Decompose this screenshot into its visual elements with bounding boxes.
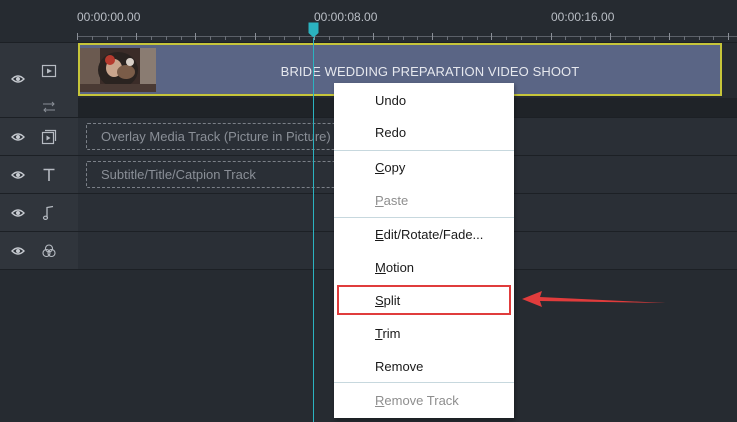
menu-item-edit-rotate-fade[interactable]: Edit/Rotate/Fade... [334, 220, 514, 250]
ruler-tick [195, 33, 196, 40]
ruler-tick [358, 36, 359, 40]
ruler-tick [269, 36, 270, 40]
ruler-tick [536, 36, 537, 40]
clip-thumbnail [80, 48, 156, 92]
ruler-tick [255, 33, 256, 40]
ruler-tick [432, 33, 433, 40]
menu-item-remove-track: Remove Track [375, 393, 459, 408]
ruler-tick [477, 36, 478, 40]
overlay-track-placeholder[interactable]: Overlay Media Track (Picture in Picture) [86, 123, 336, 150]
ruler-tick [299, 36, 300, 40]
link-audio-icon[interactable] [41, 99, 57, 115]
ruler-tick [521, 36, 522, 40]
annotation-arrow-icon [522, 291, 666, 307]
eye-icon[interactable] [11, 170, 25, 180]
ruler-tick [699, 36, 700, 40]
ruler-tick [284, 36, 285, 40]
ruler-tick [210, 36, 211, 40]
ruler-tick [506, 36, 507, 40]
ruler-tick [388, 36, 389, 40]
ruler-tick [639, 36, 640, 40]
menu-separator [334, 382, 514, 383]
menu-item-redo[interactable]: Redo [334, 118, 514, 148]
menu-item-undo[interactable]: Undo [334, 86, 514, 116]
ruler-tick [580, 36, 581, 40]
ruler-tick [447, 36, 448, 40]
ruler-tick [225, 36, 226, 40]
menu-item-trim[interactable]: Trim [334, 319, 514, 349]
ruler-tick [684, 36, 685, 40]
ruler-tick [403, 36, 404, 40]
ruler-tick [565, 36, 566, 40]
effects-icon [42, 244, 56, 258]
ruler-tick [654, 36, 655, 40]
ruler-tick [240, 36, 241, 40]
ruler-tick [343, 36, 344, 40]
ruler-tick [713, 36, 714, 40]
ruler-tick [491, 33, 492, 40]
ruler-tick [625, 36, 626, 40]
menu-item-copy[interactable]: Copy [334, 153, 514, 183]
ruler-baseline [77, 36, 737, 37]
ruler-time-0: 00:00:00.00 [77, 10, 141, 24]
menu-item-motion[interactable]: Motion [334, 253, 514, 283]
picture-in-picture-icon [41, 129, 57, 145]
eye-icon[interactable] [11, 246, 25, 256]
ruler-time-8s: 00:00:08.00 [314, 10, 378, 24]
eye-icon[interactable] [11, 74, 25, 84]
ruler-tick [329, 36, 330, 40]
ruler-tick [181, 36, 182, 40]
eye-icon[interactable] [11, 208, 25, 218]
ruler-tick [669, 33, 670, 40]
ruler-tick [151, 36, 152, 40]
ruler-tick [92, 36, 93, 40]
menu-separator [334, 150, 514, 151]
ruler-tick [417, 36, 418, 40]
ruler-tick [551, 33, 552, 40]
menu-separator [334, 217, 514, 218]
context-menu: Undo Redo Copy Paste Edit/Rotate/Fade...… [334, 83, 514, 418]
clip-title: BRIDE WEDDING PREPARATION VIDEO SHOOT [280, 64, 580, 79]
playhead-handle[interactable] [308, 22, 319, 38]
menu-item-paste: Paste [375, 193, 409, 208]
menu-item-remove[interactable]: Remove [334, 352, 514, 382]
ruler-time-16s: 00:00:16.00 [551, 10, 615, 24]
ruler-tick [728, 33, 729, 40]
ruler-tick [77, 33, 78, 40]
ruler-tick [166, 36, 167, 40]
ruler-tick [595, 36, 596, 40]
eye-icon[interactable] [11, 132, 25, 142]
playhead-line[interactable] [313, 38, 314, 422]
ruler-tick [121, 36, 122, 40]
music-note-icon [42, 205, 54, 220]
ruler-tick [136, 33, 137, 40]
ruler-tick [610, 33, 611, 40]
split-highlight-box [337, 285, 511, 315]
subtitle-track-placeholder[interactable]: Subtitle/Title/Catpion Track [86, 161, 336, 188]
ruler-tick [373, 33, 374, 40]
ruler-tick [462, 36, 463, 40]
video-track-icon [41, 64, 57, 78]
ruler-tick [107, 36, 108, 40]
text-icon [43, 168, 55, 181]
